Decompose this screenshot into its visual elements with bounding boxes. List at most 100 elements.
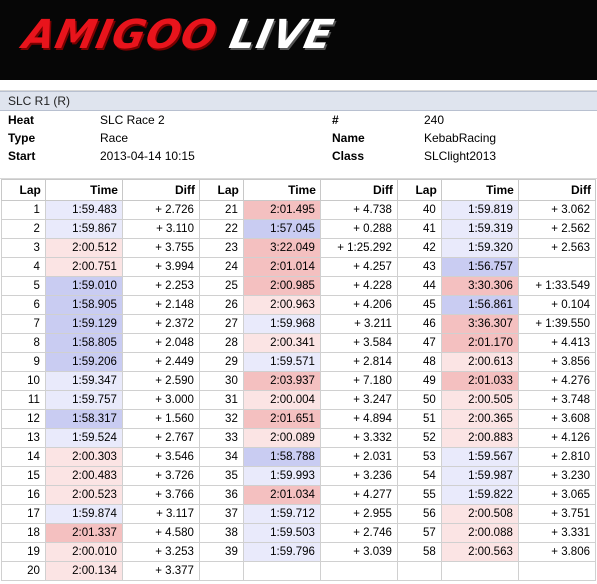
empty-cell	[319, 561, 398, 581]
info-row: Heat SLC Race 2 #240	[0, 111, 597, 129]
lap-diff: + 3.766	[121, 485, 200, 505]
table-row: 6 1:58.905 + 2.148 26 2:00.963 + 4.206 45 1:56.…	[1, 295, 597, 315]
column-header-time[interactable]: Time	[242, 179, 321, 201]
table-row: 9 1:59.206 + 2.449 29 1:59.571 + 2.814 48 2:00.…	[1, 352, 597, 372]
amigoo-live-logo[interactable]: AMIGOO LIVE	[19, 11, 338, 59]
lap-number: 47	[396, 333, 442, 353]
table-row: 5 1:59.010 + 2.253 25 2:00.985 + 4.228 44 3:30.…	[1, 276, 597, 296]
lap-diff: + 3.755	[121, 238, 200, 258]
empty-cell	[242, 561, 321, 581]
lap-time: 2:00.963	[242, 295, 321, 315]
info-value: 2013-04-14 10:15	[100, 149, 195, 163]
column-header-diff[interactable]: Diff	[121, 179, 200, 201]
lap-diff: + 3.062	[517, 200, 597, 220]
column-header-diff[interactable]: Diff	[517, 179, 597, 201]
lap-time: 1:58.788	[242, 447, 321, 467]
lap-diff: + 2.590	[121, 371, 200, 391]
lap-time: 2:00.985	[242, 276, 321, 296]
lap-number: 49	[396, 371, 442, 391]
lap-diff: + 4.276	[517, 371, 597, 391]
info-key: Start	[8, 149, 36, 163]
lap-number: 31	[198, 390, 244, 410]
lap-diff: + 3.253	[121, 542, 200, 562]
table-row: 13 1:59.524 + 2.767 33 2:00.089 + 3.332 52 2:00…	[1, 428, 597, 448]
lap-time: 2:01.170	[440, 333, 519, 353]
lap-time: 1:59.987	[440, 466, 519, 486]
lap-number: 58	[396, 542, 442, 562]
lap-diff: + 3.230	[517, 466, 597, 486]
lap-time: 2:00.303	[44, 447, 123, 467]
info-row: Type Race Name KebabRacing	[0, 129, 597, 147]
lap-number: 33	[198, 428, 244, 448]
lap-time: 2:00.483	[44, 466, 123, 486]
info-value: SLC Race 2	[100, 113, 165, 127]
lap-number: 51	[396, 409, 442, 429]
empty-cell	[440, 561, 519, 581]
lap-diff: + 3.994	[121, 257, 200, 277]
lap-number: 11	[1, 390, 46, 410]
lap-time: 1:59.524	[44, 428, 123, 448]
table-row: 19 2:00.010 + 3.253 39 1:59.796 + 3.039 58 2:00…	[1, 542, 597, 562]
lap-number: 28	[198, 333, 244, 353]
lap-time: 1:56.757	[440, 257, 519, 277]
lap-number: 48	[396, 352, 442, 372]
lap-number: 29	[198, 352, 244, 372]
table-row: 20 2:00.134 + 3.377	[1, 561, 597, 581]
lap-diff: + 3.065	[517, 485, 597, 505]
lap-time: 1:59.010	[44, 276, 123, 296]
lap-diff: + 1:25.292	[319, 238, 398, 258]
column-header-lap[interactable]: Lap	[198, 179, 244, 201]
lap-diff: + 4.206	[319, 295, 398, 315]
column-header-diff[interactable]: Diff	[319, 179, 398, 201]
info-value: SLClight2013	[424, 149, 497, 163]
lap-time: 2:01.034	[242, 485, 321, 505]
info-key: #	[332, 113, 339, 127]
lap-number: 46	[396, 314, 442, 334]
table-row: 3 2:00.512 + 3.755 23 3:22.049 + 1:25.292 42 1:…	[1, 238, 597, 258]
lap-diff: + 2.563	[517, 238, 597, 258]
lap-number: 24	[198, 257, 244, 277]
lap-diff: + 0.104	[517, 295, 597, 315]
lap-time: 2:01.033	[440, 371, 519, 391]
lap-time: 2:00.508	[440, 504, 519, 524]
lap-number: 36	[198, 485, 244, 505]
lap-time: 1:59.757	[44, 390, 123, 410]
lap-time: 1:59.867	[44, 219, 123, 239]
lap-number: 25	[198, 276, 244, 296]
table-row: 17 1:59.874 + 3.117 37 1:59.712 + 2.955 56 2:00…	[1, 504, 597, 524]
lap-time: 3:30.306	[440, 276, 519, 296]
column-header-lap[interactable]: Lap	[1, 179, 46, 201]
lap-number: 44	[396, 276, 442, 296]
lap-number: 5	[1, 276, 46, 296]
lap-time: 1:58.905	[44, 295, 123, 315]
lap-time: 2:01.651	[242, 409, 321, 429]
lap-diff: + 4.413	[517, 333, 597, 353]
lap-number: 39	[198, 542, 244, 562]
lap-time: 2:01.495	[242, 200, 321, 220]
column-header-time[interactable]: Time	[44, 179, 123, 201]
lap-number: 10	[1, 371, 46, 391]
lap-diff: + 3.039	[319, 542, 398, 562]
lap-time: 2:03.937	[242, 371, 321, 391]
lap-number: 23	[198, 238, 244, 258]
lap-table-header: Lap Time Diff Lap Time Diff Lap Time Diff	[1, 179, 597, 201]
empty-cell	[517, 561, 597, 581]
empty-cell	[396, 561, 442, 581]
lap-time: 3:22.049	[242, 238, 321, 258]
lap-diff: + 2.253	[121, 276, 200, 296]
lap-diff: + 3.751	[517, 504, 597, 524]
lap-number: 19	[1, 542, 46, 562]
lap-number: 3	[1, 238, 46, 258]
lap-time: 2:00.089	[242, 428, 321, 448]
lap-time: 1:59.347	[44, 371, 123, 391]
info-value: Race	[100, 131, 129, 145]
lap-diff: + 2.726	[121, 200, 200, 220]
lap-time: 3:36.307	[440, 314, 519, 334]
table-row: 7 1:59.129 + 2.372 27 1:59.968 + 3.211 46 3:36.…	[1, 314, 597, 334]
lap-number: 43	[396, 257, 442, 277]
column-header-lap[interactable]: Lap	[396, 179, 442, 201]
column-header-time[interactable]: Time	[440, 179, 519, 201]
lap-diff: + 7.180	[319, 371, 398, 391]
lap-diff: + 2.767	[121, 428, 200, 448]
lap-time: 2:00.613	[440, 352, 519, 372]
